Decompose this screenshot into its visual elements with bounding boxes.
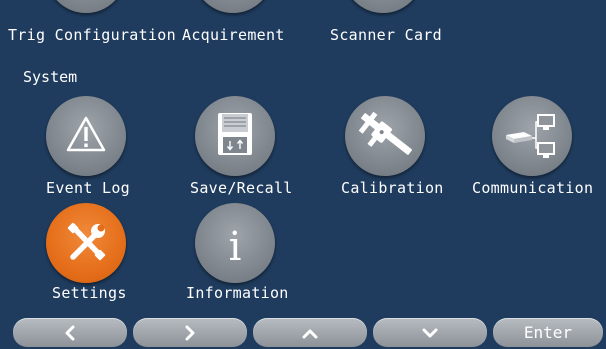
menu-screen: Trig Configuration Acquirement Scanner C… <box>0 0 606 349</box>
scanner-card-icon[interactable] <box>343 0 423 13</box>
save-recall-button[interactable] <box>195 96 275 176</box>
caliper-icon <box>358 111 412 155</box>
info-icon: i <box>229 224 242 270</box>
floppy-disk-icon <box>218 113 252 155</box>
event-log-label[interactable]: Event Log <box>46 179 130 197</box>
acquirement-icon[interactable] <box>193 0 273 13</box>
trig-configuration-icon[interactable] <box>46 0 126 13</box>
chevron-up-icon <box>302 329 318 338</box>
chevron-left-icon <box>65 325 75 340</box>
calibration-label[interactable]: Calibration <box>341 179 444 197</box>
communication-label[interactable]: Communication <box>472 179 593 197</box>
event-log-button[interactable] <box>46 96 126 176</box>
settings-label[interactable]: Settings <box>52 284 127 302</box>
system-section-title: System <box>23 68 78 86</box>
enter-button[interactable]: Enter <box>493 318 603 347</box>
settings-button[interactable] <box>46 203 126 283</box>
calibration-button[interactable] <box>345 96 425 176</box>
svg-text:i: i <box>229 224 242 270</box>
scanner-card-label[interactable]: Scanner Card <box>330 26 442 44</box>
navigation-bar: Enter <box>0 318 606 349</box>
information-label[interactable]: Information <box>186 284 289 302</box>
warning-icon <box>66 116 106 152</box>
network-icon <box>506 114 555 158</box>
chevron-down-icon <box>422 328 438 337</box>
chevron-right-icon <box>185 325 195 340</box>
trig-configuration-label[interactable]: Trig Configuration <box>8 26 176 44</box>
nav-down-button[interactable] <box>373 318 487 347</box>
information-button[interactable]: i <box>195 203 275 283</box>
nav-right-button[interactable] <box>133 318 247 347</box>
nav-up-button[interactable] <box>253 318 367 347</box>
wrench-screwdriver-icon <box>67 222 106 261</box>
save-recall-label[interactable]: Save/Recall <box>190 179 293 197</box>
acquirement-label[interactable]: Acquirement <box>182 26 285 44</box>
nav-left-button[interactable] <box>13 318 127 347</box>
communication-button[interactable] <box>492 96 572 176</box>
